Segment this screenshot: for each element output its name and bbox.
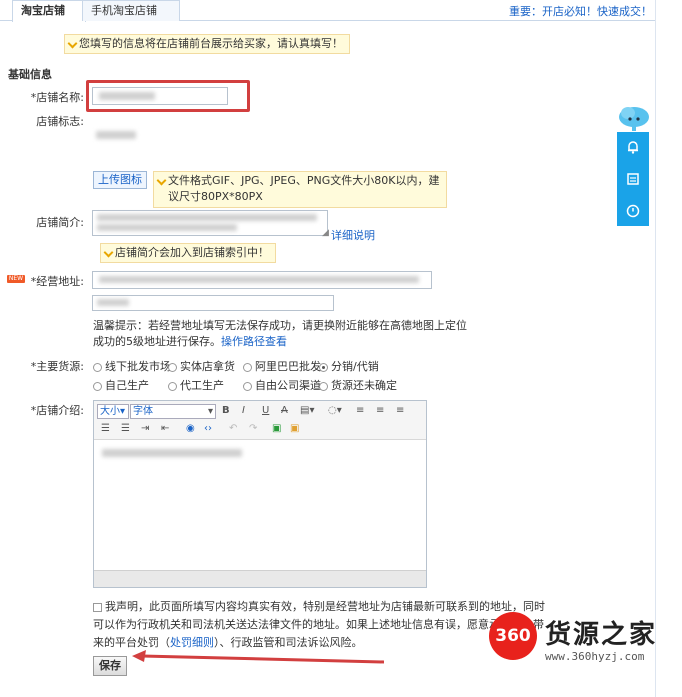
bullet-list-icon[interactable]: ☰ (101, 423, 110, 434)
source-option[interactable]: 货源还未确定 (319, 377, 397, 393)
source-option[interactable]: 阿里巴巴批发 (243, 358, 321, 374)
radio-icon[interactable] (243, 381, 252, 391)
image-icon[interactable]: ▣ (272, 423, 281, 434)
media-icon[interactable]: ▣ (290, 423, 299, 434)
section-title: 基础信息 (8, 68, 52, 81)
declaration-checkbox[interactable] (93, 602, 102, 612)
rich-text-editor[interactable]: 大小▾ 字体 ▾ B I U A ▤▾ ◌▾ ≡ ≡ ≡ ☰ ☰ ⇥ ⇤ ◉ ‹›… (93, 400, 427, 588)
tab-taobao-shop[interactable]: 淘宝店铺 (12, 0, 86, 22)
detail-link[interactable]: 详细说明 (331, 227, 375, 243)
blurred-value (99, 276, 419, 283)
shop-intro-input[interactable] (92, 210, 328, 236)
blurred-value (97, 214, 317, 221)
red-arrow (132, 650, 385, 664)
watermark-url: www.360hyzj.com (545, 650, 645, 663)
tab-mobile-taobao-shop[interactable]: 手机淘宝店铺 (82, 0, 180, 21)
address-label: *经营地址: (30, 275, 84, 288)
shop-logo-label: 店铺标志: (36, 115, 84, 128)
source-option[interactable]: 分销/代销 (319, 358, 379, 374)
upload-tip-text: 文件格式GIF、JPG、JPEG、PNG文件大小80K以内，建议尺寸80PX*8… (168, 174, 440, 203)
outdent-icon[interactable]: ⇤ (161, 423, 169, 434)
strikethrough-icon[interactable]: A (281, 405, 288, 416)
cloud-mascot-icon[interactable] (618, 104, 650, 132)
radio-icon[interactable] (168, 362, 177, 372)
editor-toolbar: 大小▾ 字体 ▾ B I U A ▤▾ ◌▾ ≡ ≡ ≡ ☰ ☰ ⇥ ⇤ ◉ ‹›… (94, 401, 426, 440)
clock-icon[interactable] (626, 204, 640, 218)
save-button[interactable]: 保存 (93, 656, 127, 676)
source-option[interactable]: 线下批发市场 (93, 358, 171, 374)
font-size-select[interactable]: 大小▾ (97, 404, 129, 419)
intro-tip-text: 店铺简介会加入到店铺索引中！ (115, 246, 269, 259)
redo-icon[interactable]: ↷ (249, 423, 257, 434)
text-color-icon[interactable]: ▤▾ (300, 405, 314, 416)
address-region-select[interactable] (92, 271, 432, 289)
shop-name-input[interactable] (92, 87, 228, 105)
editor-statusbar (94, 570, 426, 587)
blurred-value (97, 299, 129, 306)
blurred-value (99, 92, 155, 100)
align-left-icon[interactable]: ≡ (356, 405, 364, 416)
declaration: 我声明，此页面所填写内容均真实有效，特别是经营地址为店铺最新可联系到的地址，同时… (93, 600, 545, 649)
floating-sidebar (617, 132, 649, 226)
radio-icon[interactable] (93, 362, 102, 372)
source-option[interactable]: 自由公司渠道 (243, 377, 321, 393)
source-label: *主要货源: (30, 360, 84, 373)
align-right-icon[interactable]: ≡ (396, 405, 404, 416)
top-notice-link[interactable]: 重要：开店必知！快速成交！ (509, 3, 652, 19)
bold-icon[interactable]: B (222, 405, 230, 416)
watermark-logo: 360 (489, 612, 537, 660)
radio-icon[interactable] (243, 362, 252, 372)
underline-icon[interactable]: U (262, 405, 269, 416)
bell-icon[interactable] (626, 140, 640, 154)
undo-icon[interactable]: ↶ (229, 423, 237, 434)
source-option[interactable]: 自己生产 (93, 377, 149, 393)
address-hint: 温馨提示：若经营地址填写无法保存成功，请更换附近能够在高德地图上定位成功的5级地… (93, 319, 467, 348)
source-option[interactable]: 代工生产 (168, 377, 224, 393)
numbered-list-icon[interactable]: ☰ (121, 423, 130, 434)
resize-handle-icon[interactable]: ◢ (322, 228, 329, 238)
logo-placeholder (96, 131, 136, 139)
source-code-icon[interactable]: ‹› (204, 423, 212, 434)
note-icon[interactable] (626, 172, 640, 186)
indent-icon[interactable]: ⇥ (141, 423, 149, 434)
upload-tip: 文件格式GIF、JPG、JPEG、PNG文件大小80K以内，建议尺寸80PX*8… (153, 171, 447, 208)
link-icon[interactable]: ◉ (186, 423, 195, 434)
panel-border (655, 0, 656, 697)
font-family-select[interactable]: 字体 ▾ (130, 404, 216, 419)
radio-icon[interactable] (319, 381, 328, 391)
source-option[interactable]: 实体店拿货 (168, 358, 235, 374)
align-center-icon[interactable]: ≡ (376, 405, 384, 416)
blurred-value (97, 224, 237, 231)
blurred-content (102, 449, 242, 457)
info-tip: 您填写的信息将在店铺前台展示给买家，请认真填写！ (64, 34, 350, 54)
radio-icon[interactable] (93, 381, 102, 391)
shop-intro-label: 店铺简介: (36, 216, 84, 229)
highlight-color-icon[interactable]: ◌▾ (328, 405, 342, 416)
description-label: *店铺介绍: (30, 404, 84, 417)
watermark-name: 货源之家 (545, 620, 658, 650)
address-hint-link[interactable]: 操作路径查看 (221, 335, 287, 348)
radio-icon[interactable] (168, 381, 177, 391)
shop-name-label: *店铺名称: (30, 91, 84, 104)
address-detail-input[interactable] (92, 295, 334, 311)
upload-logo-button[interactable]: 上传图标 (93, 171, 147, 189)
info-tip-text: 您填写的信息将在店铺前台展示给买家，请认真填写！ (79, 37, 343, 50)
intro-tip: 店铺简介会加入到店铺索引中！ (100, 243, 276, 263)
radio-icon-selected[interactable] (319, 362, 328, 372)
italic-icon[interactable]: I (242, 405, 245, 416)
